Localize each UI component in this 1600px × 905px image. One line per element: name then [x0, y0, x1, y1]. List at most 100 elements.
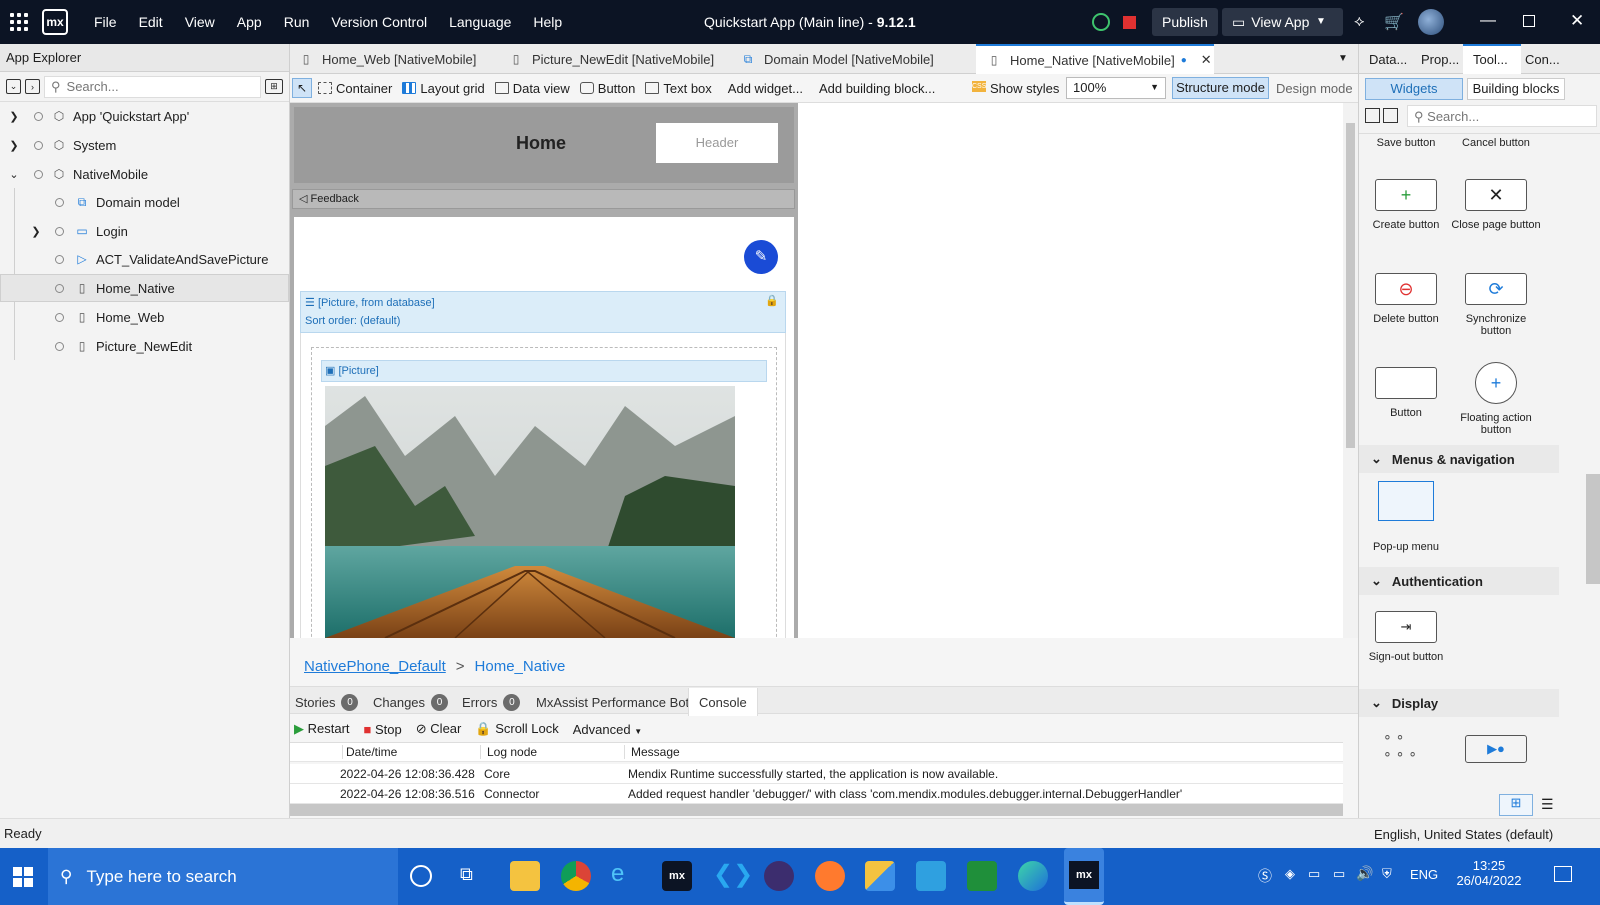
tab-home-native[interactable]: ▯ Home_Native [NativeMobile] ● ✕	[976, 44, 1214, 74]
scrollbar-thumb[interactable]	[1586, 474, 1600, 584]
create-button-widget[interactable]: + Create button	[1361, 179, 1451, 231]
app-switcher-icon[interactable]	[10, 13, 28, 31]
advanced-dropdown[interactable]: Advanced ▼	[573, 722, 642, 737]
menu-language[interactable]: Language	[449, 14, 511, 30]
expand-all-icon[interactable]	[1383, 108, 1398, 123]
canvas-vertical-scrollbar[interactable]	[1343, 103, 1358, 638]
tree-item-app[interactable]: ❯ ⬡ App 'Quickstart App'	[0, 102, 289, 130]
collapse-all-icon[interactable]	[1365, 108, 1380, 123]
menu-file[interactable]: File	[94, 14, 117, 30]
security-icon[interactable]: ⛨	[1382, 866, 1392, 882]
cart-icon[interactable]: 🛒	[1384, 12, 1404, 32]
video-player-icon[interactable]: ▶●	[1465, 735, 1527, 763]
chevron-right-icon[interactable]: ❯	[8, 110, 20, 123]
ie-icon[interactable]: e	[611, 860, 641, 890]
breadcrumb-layout-link[interactable]: NativePhone_Default	[304, 658, 446, 675]
tree-item-home-web[interactable]: ▯ Home_Web	[0, 303, 289, 331]
tab-home-web[interactable]: ▯ Home_Web [NativeMobile]	[298, 44, 477, 74]
network-icon[interactable]: ▭	[1333, 866, 1345, 882]
mendix-taskbar-icon[interactable]: mx	[662, 861, 692, 891]
delete-button-widget[interactable]: ⊖ Delete button	[1361, 273, 1451, 325]
menu-help[interactable]: Help	[533, 14, 562, 30]
tab-stories[interactable]: Stories 0	[295, 688, 359, 716]
vscode-icon[interactable]: ❮❯	[713, 860, 753, 890]
tab-toolbox[interactable]: Tool...	[1463, 44, 1521, 74]
menu-view[interactable]: View	[185, 14, 215, 30]
restart-button[interactable]: ▶ Restart	[294, 721, 350, 737]
add-widget-button[interactable]: Add widget...	[728, 81, 803, 96]
collapse-all-icon[interactable]: ⌄	[6, 79, 21, 94]
tree-item-system[interactable]: ❯ ⬡ System	[0, 131, 289, 159]
close-icon[interactable]: ✕	[1570, 11, 1584, 31]
show-styles-toggle[interactable]: Show styles	[990, 81, 1059, 96]
explorer-search-input[interactable]: ⚲ Search...	[44, 75, 261, 98]
chrome-icon[interactable]	[561, 861, 591, 891]
log-row[interactable]: 2022-04-26 12:08:36.428 Core Mendix Runtim…	[290, 764, 1343, 784]
chevron-down-icon[interactable]: ⌄	[8, 168, 20, 181]
design-mode-button[interactable]: Design mode	[1276, 81, 1353, 96]
spreadsheet-icon[interactable]	[967, 861, 997, 891]
avatar[interactable]	[1418, 9, 1444, 35]
synchronize-button-widget[interactable]: ⟳ Synchronize button	[1451, 273, 1541, 337]
tabs-overflow-icon[interactable]: ▼	[1338, 53, 1348, 64]
add-layout-grid-button[interactable]: Layout grid	[402, 81, 485, 96]
eclipse-icon[interactable]	[764, 861, 794, 891]
feedback-icon[interactable]: ⟡	[1354, 13, 1365, 31]
run-locally-icon[interactable]	[1092, 13, 1110, 31]
tree-item-act-validate[interactable]: ▷ ACT_ValidateAndSavePicture	[0, 245, 289, 273]
tab-picture-newedit[interactable]: ▯ Picture_NewEdit [NativeMobile]	[508, 44, 714, 74]
activity-indicator-icon[interactable]: ∘ ∘ ∘ ∘ ∘	[1383, 728, 1427, 772]
battery-icon[interactable]: ▭	[1308, 866, 1320, 882]
menu-run[interactable]: Run	[284, 14, 310, 30]
building-blocks-tab[interactable]: Building blocks	[1467, 78, 1565, 100]
sign-out-button-widget[interactable]: ⇥ Sign-out button	[1361, 611, 1451, 663]
close-page-button-widget[interactable]: ✕ Close page button	[1451, 179, 1541, 231]
volume-icon[interactable]: 🔊	[1356, 865, 1373, 882]
zoom-select[interactable]: 100% ▼	[1066, 77, 1166, 99]
tab-properties[interactable]: Prop...	[1421, 52, 1459, 67]
floating-action-button-widget[interactable]: + Floating action button	[1451, 362, 1541, 436]
list-view-icon[interactable]: ☰	[1541, 796, 1554, 813]
stop-button[interactable]: ■ Stop	[364, 722, 402, 737]
tray-skype-icon[interactable]: Ⓢ	[1258, 866, 1272, 886]
tab-mxassist[interactable]: MxAssist Performance Bot	[536, 688, 689, 716]
header-placeholder[interactable]: Header	[656, 123, 778, 163]
add-container-button[interactable]: Container	[318, 81, 392, 96]
postman-icon[interactable]	[815, 861, 845, 891]
edit-fab-icon[interactable]: ✎	[744, 240, 778, 274]
language-indicator[interactable]: ENG	[1410, 867, 1438, 882]
structure-mode-button[interactable]: Structure mode	[1172, 77, 1269, 99]
tab-domain-model[interactable]: ⧉ Domain Model [NativeMobile]	[740, 44, 934, 74]
tree-item-nativemobile[interactable]: ⌄ ⬡ NativeMobile	[0, 160, 289, 188]
close-tab-icon[interactable]: ✕	[1201, 52, 1212, 68]
toolbox-scrollbar[interactable]	[1559, 134, 1600, 834]
tab-changes[interactable]: Changes 0	[373, 688, 449, 716]
task-view-icon[interactable]: ⧉	[460, 864, 490, 894]
tree-item-domain-model[interactable]: ⧉ Domain model	[0, 188, 289, 216]
chevron-down-icon[interactable]: ▼	[1316, 16, 1326, 27]
clock[interactable]: 13:25 26/04/2022	[1454, 858, 1524, 888]
minimize-icon[interactable]: —	[1480, 12, 1496, 30]
add-data-view-button[interactable]: Data view	[494, 81, 570, 96]
cortana-icon[interactable]	[410, 865, 432, 887]
widgets-tab[interactable]: Widgets	[1365, 78, 1463, 100]
section-authentication[interactable]: ⌄ Authentication	[1359, 567, 1559, 595]
log-horizontal-scrollbar[interactable]	[290, 804, 1343, 816]
menu-edit[interactable]: Edit	[139, 14, 163, 30]
taskbar-search-input[interactable]: ⚲ Type here to search	[48, 848, 398, 905]
grid-view-icon[interactable]: ⊞	[1499, 794, 1533, 816]
active-mendix-icon[interactable]: mx	[1064, 848, 1104, 905]
select-pointer-icon[interactable]: ↖	[292, 78, 312, 98]
log-row[interactable]: 2022-04-26 12:08:36.516 Connector Added re…	[290, 784, 1343, 804]
picture-image[interactable]	[325, 386, 735, 638]
tree-item-home-native[interactable]: ▯ Home_Native	[0, 274, 289, 302]
app-tile-icon[interactable]	[865, 861, 895, 891]
tab-connector[interactable]: Con...	[1525, 52, 1560, 67]
edge-icon[interactable]	[1018, 861, 1048, 891]
notification-icon[interactable]	[1554, 866, 1572, 882]
feedback-widget[interactable]: ◁ Feedback	[292, 189, 795, 209]
chevron-right-icon[interactable]: ❯	[8, 139, 20, 152]
list-view-header[interactable]: ☰ [Picture, from database] 🔒 Sort order: …	[300, 291, 786, 333]
tree-item-login[interactable]: ❯ ▭ Login	[0, 217, 289, 245]
tab-errors[interactable]: Errors 0	[462, 688, 521, 716]
